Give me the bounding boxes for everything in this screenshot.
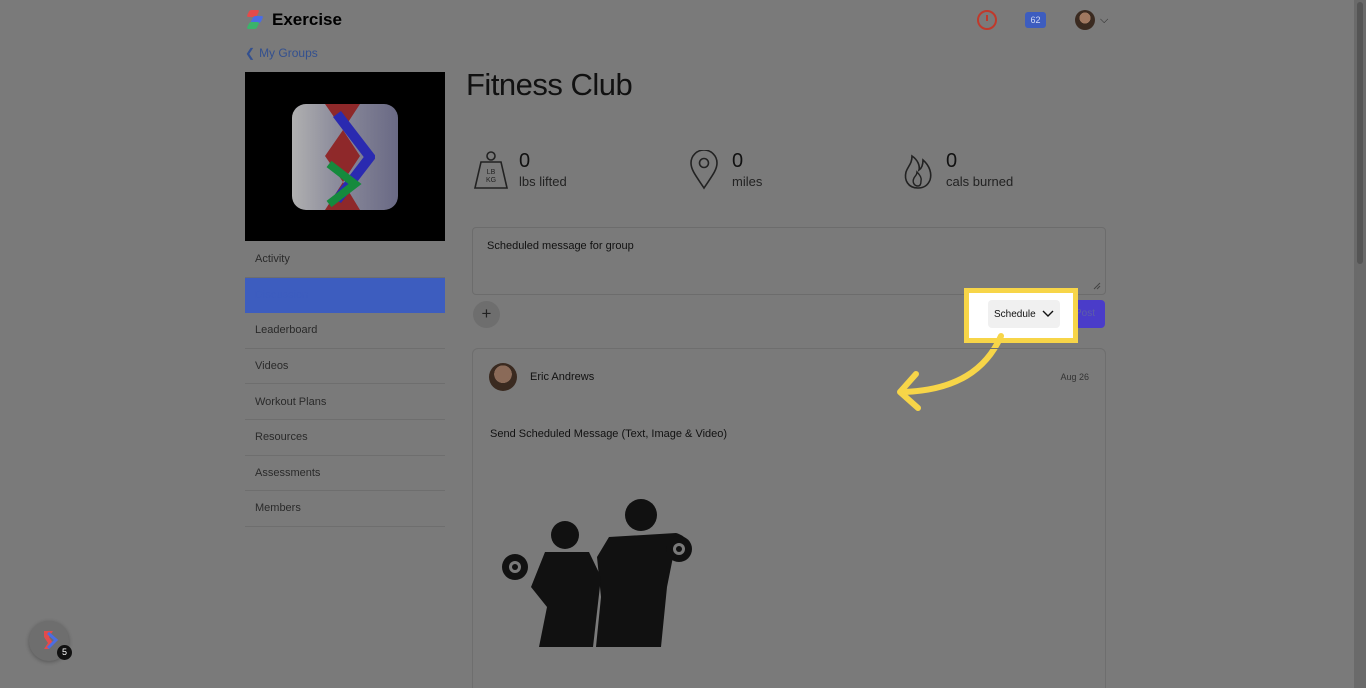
stat-value: 0 — [946, 150, 958, 172]
add-attachment-button[interactable]: + — [473, 301, 500, 328]
back-link[interactable]: ❮ My Groups — [245, 46, 318, 60]
sidebar-item-workout-plans[interactable]: Workout Plans — [245, 384, 445, 420]
plus-icon: + — [481, 304, 492, 323]
post-text: Send Scheduled Message (Text, Image & Vi… — [490, 428, 728, 440]
clock-icon[interactable] — [977, 10, 997, 30]
app-name: Exercise — [272, 10, 342, 29]
scrollbar-thumb[interactable] — [1357, 2, 1363, 264]
post-author[interactable]: Eric Andrews — [530, 371, 594, 383]
avatar[interactable] — [1075, 10, 1095, 30]
logo-icon — [246, 10, 264, 30]
stat-label: cals burned — [946, 174, 1014, 189]
sidebar-item-discussion[interactable]: Discussion — [245, 277, 445, 314]
resize-handle-icon[interactable] — [1093, 282, 1101, 290]
post-image[interactable] — [501, 497, 701, 647]
group-image — [245, 72, 445, 241]
help-launcher-badge: 5 — [57, 645, 72, 660]
back-link-label: My Groups — [259, 46, 318, 60]
stat-value: 0 — [732, 150, 744, 172]
sidebar-item-assessments[interactable]: Assessments — [245, 456, 445, 492]
avatar[interactable] — [489, 363, 517, 391]
app-logo[interactable]: Exercise — [246, 10, 342, 30]
sidebar-item-activity[interactable]: Activity — [245, 242, 445, 278]
svg-text:LB: LB — [487, 169, 496, 176]
chevron-left-icon: ❮ — [245, 46, 256, 60]
page-title: Fitness Club — [466, 67, 633, 102]
stat-label: lbs lifted — [519, 174, 567, 189]
stat-cals-burned: 0 cals burned — [900, 150, 1013, 190]
chevron-down-icon — [1042, 310, 1054, 317]
stat-lbs-lifted: LB KG 0 lbs lifted — [473, 150, 567, 190]
post-card: Eric Andrews Aug 26 Send Scheduled Messa… — [472, 348, 1106, 688]
schedule-label: Schedule — [994, 308, 1036, 320]
sidebar-item-videos[interactable]: Videos — [245, 349, 445, 385]
schedule-dropdown[interactable]: Schedule — [988, 300, 1060, 328]
sidebar-item-resources[interactable]: Resources — [245, 420, 445, 456]
svg-text:KG: KG — [486, 177, 496, 184]
sidebar-item-members[interactable]: Members — [245, 491, 445, 527]
chevron-down-icon[interactable]: ⌵ — [1100, 14, 1108, 27]
weight-icon: LB KG — [473, 151, 509, 189]
location-pin-icon — [690, 150, 718, 190]
stat-miles: 0 miles — [686, 150, 762, 190]
page-scrollbar[interactable] — [1354, 0, 1366, 688]
group-logo-chevrons — [325, 104, 375, 210]
stat-value: 0 — [519, 150, 531, 172]
sidebar-item-leaderboard[interactable]: Leaderboard — [245, 313, 445, 349]
post-date: Aug 26 — [1060, 372, 1089, 382]
stat-label: miles — [732, 174, 763, 189]
message-composer[interactable]: Scheduled message for group — [472, 227, 1106, 295]
notifications-badge[interactable]: 62 — [1025, 12, 1046, 28]
flame-icon — [904, 154, 932, 189]
group-nav: Activity Discussion Leaderboard Videos W… — [245, 242, 445, 527]
composer-text: Scheduled message for group — [487, 240, 634, 252]
